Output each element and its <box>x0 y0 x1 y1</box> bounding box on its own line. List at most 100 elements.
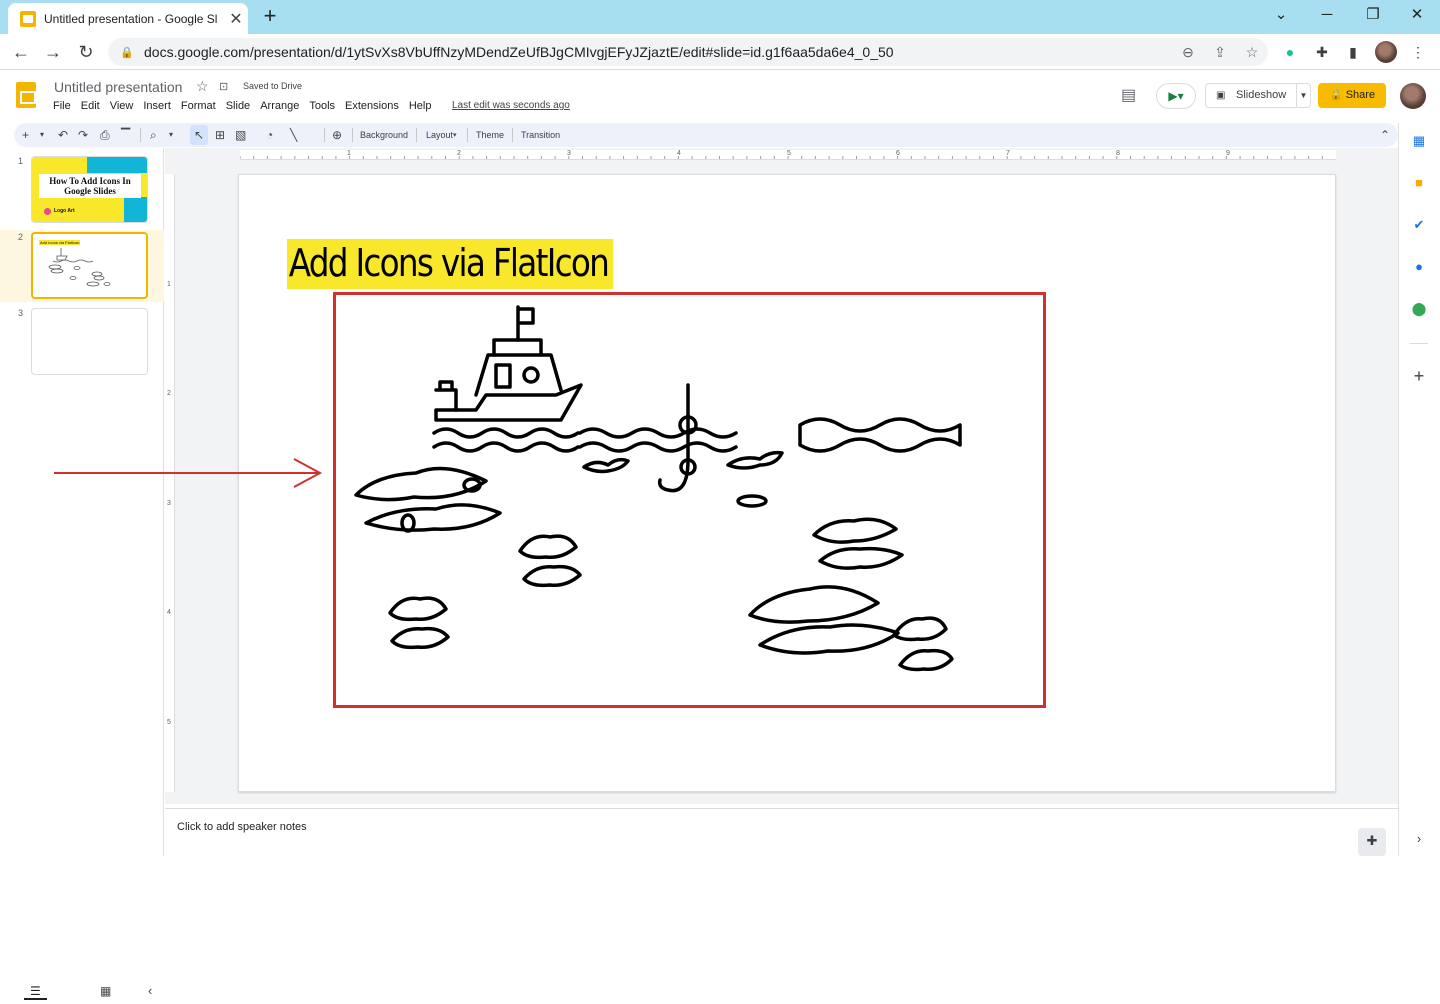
print-icon[interactable]: ⎙ <box>100 127 110 143</box>
save-status: Saved to Drive <box>243 81 303 91</box>
slideshow-button[interactable]: ▣ Slideshow ▼ <box>1205 83 1311 108</box>
paint-format-icon[interactable]: ▔ <box>121 127 130 143</box>
menu-tools[interactable]: Tools <box>304 100 340 112</box>
maps-icon[interactable]: ⬤ <box>1411 301 1427 317</box>
menu-edit[interactable]: Edit <box>76 100 105 112</box>
fish-pair-icon <box>518 534 582 588</box>
share-page-icon[interactable]: ⇪ <box>1204 44 1236 61</box>
menu-arrange[interactable]: Arrange <box>255 100 304 112</box>
chrome-menu-icon[interactable]: ⋮ <box>1408 42 1428 62</box>
forward-icon[interactable]: → <box>40 39 66 65</box>
close-tab-icon[interactable]: ✕ <box>224 9 248 29</box>
background-button[interactable]: Background <box>360 129 408 141</box>
grammarly-extension-icon[interactable]: ● <box>1280 42 1300 62</box>
grid-view-icon[interactable]: ▦ <box>100 984 111 998</box>
menu-help[interactable]: Help <box>404 100 437 112</box>
menu-view[interactable]: View <box>105 100 139 112</box>
share-button[interactable]: 🔒 Share <box>1318 83 1386 108</box>
account-avatar[interactable] <box>1400 83 1426 109</box>
layout-button[interactable]: Layout <box>426 129 453 141</box>
last-edit-link[interactable]: Last edit was seconds ago <box>452 100 570 111</box>
select-cursor-icon[interactable]: ↖ <box>194 127 204 143</box>
fish-school-icon <box>812 517 904 570</box>
collapse-menus-icon[interactable]: ⌃ <box>1380 127 1390 143</box>
undo-icon[interactable]: ↶ <box>58 127 68 143</box>
menu-format[interactable]: Format <box>176 100 221 112</box>
browser-title-bar: Untitled presentation - Google Sl ✕ + ⌄ … <box>0 0 1440 34</box>
transition-button[interactable]: Transition <box>521 129 560 141</box>
move-folder-icon[interactable]: ⊡ <box>219 80 228 93</box>
side-panel-icon[interactable]: ▮ <box>1343 42 1363 62</box>
redo-icon[interactable]: ↷ <box>78 127 88 143</box>
new-tab-button[interactable]: + <box>258 5 282 29</box>
zoom-icon[interactable]: ⌕ <box>150 127 157 143</box>
slide-title[interactable]: Add Icons via FlatIcon <box>287 239 614 289</box>
app-header: Untitled presentation ☆ ⊡ Saved to Drive… <box>0 71 1440 121</box>
thumbnail-fish-icons <box>48 248 111 287</box>
new-slide-dropdown-icon[interactable]: ▾ <box>40 127 44 143</box>
bookmark-star-icon[interactable]: ☆ <box>1236 44 1268 61</box>
menu-insert[interactable]: Insert <box>138 100 176 112</box>
menu-bar: File Edit View Insert Format Slide Arran… <box>48 100 436 112</box>
collapse-filmstrip-icon[interactable]: ‹ <box>148 983 152 998</box>
address-bar[interactable]: 🔒 docs.google.com/presentation/d/1ytSvXs… <box>108 38 1268 66</box>
theme-button[interactable]: Theme <box>476 129 504 141</box>
slides-logo-icon[interactable] <box>16 82 36 108</box>
flaticon-illustration-frame[interactable] <box>333 292 1046 708</box>
back-icon[interactable]: ← <box>8 39 34 65</box>
comment-history-icon[interactable]: ▤ <box>1121 85 1136 105</box>
star-icon[interactable]: ☆ <box>196 78 209 95</box>
fish-school-icon <box>748 585 900 655</box>
chrome-profile-avatar[interactable] <box>1375 41 1397 63</box>
fishing-hook-icon <box>578 383 784 508</box>
add-comment-icon[interactable]: ⊕ <box>332 127 342 143</box>
menu-file[interactable]: File <box>48 100 76 112</box>
insert-image-icon[interactable]: ▧ <box>235 127 246 143</box>
slide-thumbnail-1[interactable]: How To Add Icons In Google Slides Logo A… <box>31 156 148 223</box>
slide-filmstrip: 1 How To Add Icons In Google Slides Logo… <box>0 148 164 1000</box>
reload-icon[interactable]: ↻ <box>73 39 99 65</box>
slideshow-dropdown-icon[interactable]: ▼ <box>1296 84 1310 107</box>
side-panel: ▦ ■ ✔ ● ⬤ + › <box>1398 123 1440 856</box>
contacts-icon[interactable]: ● <box>1411 259 1427 275</box>
calendar-icon[interactable]: ▦ <box>1411 133 1427 149</box>
slide-number: 1 <box>18 156 24 166</box>
thumbnail-logo-icon <box>44 208 51 215</box>
share-label: Share <box>1345 89 1376 101</box>
browser-toolbar: ← → ↻ 🔒 docs.google.com/presentation/d/1… <box>0 34 1440 70</box>
close-window-button[interactable]: ✕ <box>1394 4 1440 28</box>
speaker-notes[interactable]: Click to add speaker notes <box>165 808 1398 856</box>
hide-side-panel-icon[interactable]: › <box>1411 831 1427 847</box>
slide-thumbnail-2[interactable]: Add Icons via FlatIcon <box>31 232 148 299</box>
restore-button[interactable]: ❐ <box>1350 4 1396 28</box>
meet-button[interactable]: ▶▾ <box>1156 83 1196 109</box>
document-title[interactable]: Untitled presentation <box>54 79 182 95</box>
keep-icon[interactable]: ■ <box>1411 175 1427 191</box>
shape-icon[interactable]: ◔ <box>266 127 273 143</box>
lock-icon[interactable]: 🔒 <box>120 46 136 59</box>
wave-icon <box>798 417 962 453</box>
zoom-icon[interactable]: ⊖ <box>1172 44 1204 61</box>
speaker-notes-placeholder[interactable]: Click to add speaker notes <box>177 821 307 833</box>
layout-dropdown-icon[interactable]: ▾ <box>453 128 457 144</box>
add-addon-icon[interactable]: + <box>1411 367 1427 385</box>
url-text[interactable]: docs.google.com/presentation/d/1ytSvXs8V… <box>144 44 1172 60</box>
thumbnail-title: How To Add Icons In Google Slides <box>39 174 141 198</box>
tab-search-icon[interactable]: ⌄ <box>1258 4 1304 28</box>
zoom-dropdown-icon[interactable]: ▾ <box>169 127 173 143</box>
slide-thumbnail-3[interactable] <box>31 308 148 375</box>
tasks-icon[interactable]: ✔ <box>1411 217 1427 233</box>
present-icon: ▣ <box>1216 90 1226 101</box>
menu-extensions[interactable]: Extensions <box>340 100 404 112</box>
editing-toolbar: + ▾ ↶ ↷ ⎙ ▔ ⌕ ▾ ↖ ⊞ ▧ ◔ ╲ ⊕ Background L… <box>14 123 1398 147</box>
browser-tab[interactable]: Untitled presentation - Google Sl ✕ <box>8 3 248 34</box>
menu-slide[interactable]: Slide <box>221 100 255 112</box>
minimize-button[interactable]: ─ <box>1304 4 1350 28</box>
tab-title: Untitled presentation - Google Sl <box>44 11 218 26</box>
explore-icon[interactable]: ✚ <box>1358 828 1386 856</box>
line-icon[interactable]: ╲ <box>290 127 297 143</box>
extensions-puzzle-icon[interactable]: ✚ <box>1312 42 1332 62</box>
text-box-icon[interactable]: ⊞ <box>215 127 225 143</box>
new-slide-icon[interactable]: + <box>22 127 29 143</box>
filmstrip-view-icon[interactable]: ☰ <box>24 984 47 1000</box>
